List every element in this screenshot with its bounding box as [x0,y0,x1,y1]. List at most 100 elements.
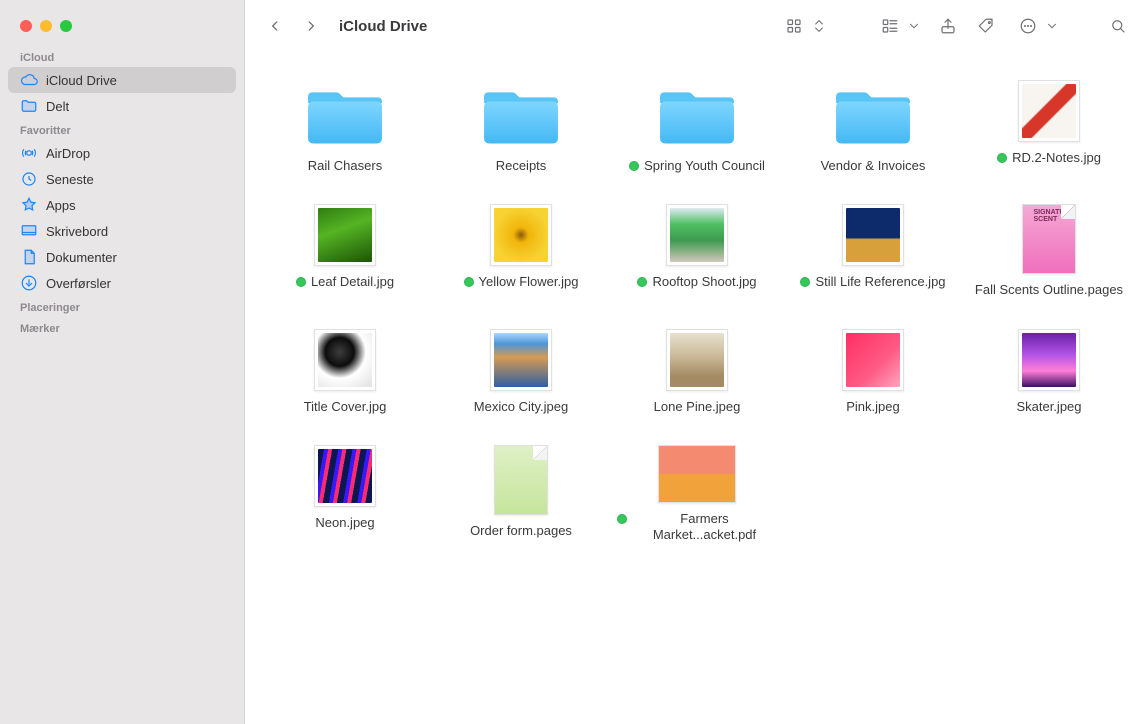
file-item[interactable]: Leaf Detail.jpg [265,204,425,298]
tag-dot-green [617,514,627,524]
chevron-down-icon [907,13,921,39]
share-button[interactable] [933,13,963,39]
sidebar-item-label: iCloud Drive [46,73,224,88]
search-button[interactable] [1103,13,1133,39]
folder-icon [655,80,739,150]
sidebar-section-label: Placeringer [0,296,244,317]
sidebar: iCloudiCloud DriveDeltFavoritterAirDropS… [0,0,245,724]
file-label-row: Skater.jpeg [1016,399,1081,415]
tag-dot-green [637,277,647,287]
file-item[interactable]: RD.2-Notes.jpg [969,80,1129,174]
folder-icon [303,80,387,150]
apps-icon [20,196,38,214]
file-label-row: Lone Pine.jpeg [654,399,741,415]
file-name: Rail Chasers [308,158,382,174]
file-item[interactable]: Order form.pages [441,445,601,544]
zoom-window-button[interactable] [60,20,72,32]
file-name: Mexico City.jpeg [474,399,568,415]
desktop-icon [20,222,38,240]
image-thumbnail [666,204,728,266]
file-label-row: Neon.jpeg [315,515,374,531]
file-label-row: Pink.jpeg [846,399,899,415]
file-item[interactable]: Rail Chasers [265,80,425,174]
image-thumbnail [842,204,904,266]
cloud-icon [20,71,38,89]
group-by-control[interactable] [871,11,925,41]
file-name: Order form.pages [470,523,572,539]
toolbar: iCloud Drive [245,0,1144,52]
airdrop-icon [20,144,38,162]
sidebar-item-icloud-drive[interactable]: iCloud Drive [8,67,236,93]
back-button[interactable] [261,12,289,40]
close-window-button[interactable] [20,20,32,32]
sidebar-item-delt[interactable]: Delt [8,93,236,119]
image-thumbnail [490,329,552,391]
sidebar-item-label: Delt [46,99,224,114]
file-item[interactable]: Lone Pine.jpeg [617,329,777,415]
file-item[interactable]: Mexico City.jpeg [441,329,601,415]
image-thumbnail [1018,329,1080,391]
sidebar-item-label: Apps [46,198,224,213]
minimize-window-button[interactable] [40,20,52,32]
file-name: Still Life Reference.jpg [815,274,945,290]
file-item[interactable]: Pink.jpeg [793,329,953,415]
pdf-thumbnail [658,445,736,503]
window-controls [0,8,244,46]
file-label-row: Rooftop Shoot.jpg [637,274,756,290]
file-grid-area[interactable]: Rail Chasers Receipts Spring Youth Council… [245,52,1144,724]
sidebar-item-label: Skrivebord [46,224,224,239]
file-item[interactable]: Title Cover.jpg [265,329,425,415]
file-label-row: Order form.pages [470,523,572,539]
file-item[interactable]: Still Life Reference.jpg [793,204,953,298]
documents-icon [20,248,38,266]
downloads-icon [20,274,38,292]
file-label-row: Title Cover.jpg [304,399,387,415]
location-title: iCloud Drive [339,18,427,35]
file-name: Rooftop Shoot.jpg [652,274,756,290]
file-label-row: Leaf Detail.jpg [296,274,394,290]
file-item[interactable]: Farmers Market...acket.pdf [617,445,777,544]
image-thumbnail [1018,80,1080,142]
actions-menu-button[interactable] [1009,11,1063,41]
sidebar-item-seneste[interactable]: Seneste [8,166,236,192]
ellipsis-circle-icon [1013,13,1043,39]
tag-dot-green [629,161,639,171]
file-name: RD.2-Notes.jpg [1012,150,1101,166]
view-mode-control[interactable] [775,11,831,41]
file-item[interactable]: Yellow Flower.jpg [441,204,601,298]
file-label-row: Vendor & Invoices [821,158,926,174]
sidebar-item-label: Overførsler [46,276,224,291]
sidebar-item-dokumenter[interactable]: Dokumenter [8,244,236,270]
file-item[interactable]: Receipts [441,80,601,174]
file-name: Leaf Detail.jpg [311,274,394,290]
sidebar-item-label: AirDrop [46,146,224,161]
group-icon [875,13,905,39]
forward-button[interactable] [297,12,325,40]
document-thumbnail [494,445,548,515]
file-name: Spring Youth Council [644,158,765,174]
file-item[interactable]: Spring Youth Council [617,80,777,174]
tag-dot-green [997,153,1007,163]
tag-dot-green [296,277,306,287]
file-name: Skater.jpeg [1016,399,1081,415]
sidebar-item-overførsler[interactable]: Overførsler [8,270,236,296]
image-thumbnail [666,329,728,391]
file-item[interactable]: Rooftop Shoot.jpg [617,204,777,298]
tags-button[interactable] [971,13,1001,39]
file-label-row: Yellow Flower.jpg [464,274,579,290]
file-name: Yellow Flower.jpg [479,274,579,290]
file-label-row: Mexico City.jpeg [474,399,568,415]
sidebar-item-apps[interactable]: Apps [8,192,236,218]
file-name: Receipts [496,158,547,174]
file-label-row: Farmers Market...acket.pdf [617,511,777,544]
sidebar-item-airdrop[interactable]: AirDrop [8,140,236,166]
file-label-row: Spring Youth Council [629,158,765,174]
file-item[interactable]: SIGNATU SCENTFall Scents Outline.pages [969,204,1129,298]
file-item[interactable]: Vendor & Invoices [793,80,953,174]
shared-folder-icon [20,97,38,115]
tag-dot-green [800,277,810,287]
sidebar-item-skrivebord[interactable]: Skrivebord [8,218,236,244]
file-item[interactable]: Skater.jpeg [969,329,1129,415]
file-item[interactable]: Neon.jpeg [265,445,425,544]
file-label-row: Fall Scents Outline.pages [975,282,1123,298]
